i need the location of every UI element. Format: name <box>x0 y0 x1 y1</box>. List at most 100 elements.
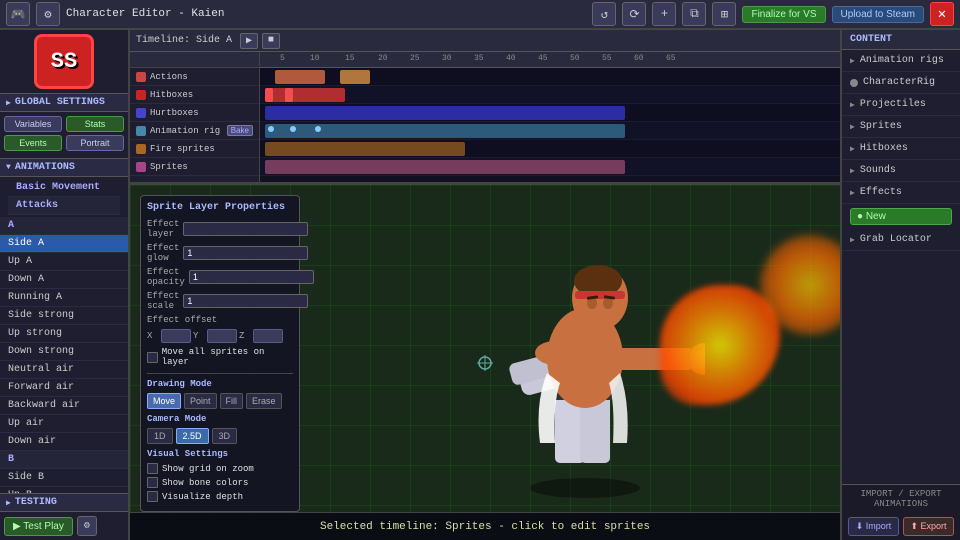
anim-up-air[interactable]: Up air <box>0 415 128 433</box>
add-icon[interactable]: + <box>652 2 676 26</box>
title-bar: Character Editor - Kaien <box>66 8 586 20</box>
test-play-button[interactable]: ▶ Test Play <box>4 517 73 536</box>
close-button[interactable]: ✕ <box>930 2 954 26</box>
new-button[interactable]: ● New <box>850 208 952 225</box>
import-export-section: IMPORT / EXPORT ANIMATIONS ⬇ Import ⬆ Ex… <box>842 484 960 540</box>
main-layout: SS ▶ GLOBAL SETTINGS Variables Stats Eve… <box>0 30 960 540</box>
anim-down-strong[interactable]: Down strong <box>0 343 128 361</box>
center-area: Timeline: Side A ▶ ■ Actions Hitboxes <box>130 30 840 540</box>
right-projectiles[interactable]: ▶ Projectiles <box>842 94 960 116</box>
drawing-mode-title: Drawing Mode <box>147 379 293 389</box>
show-bones-label: Show bone colors <box>162 478 248 488</box>
bake-button[interactable]: Bake <box>227 125 253 136</box>
right-effects[interactable]: ▶ Effects <box>842 182 960 204</box>
content-label: CONTENT <box>850 34 892 45</box>
copy-icon[interactable]: ⧉ <box>682 2 706 26</box>
anim-up-strong[interactable]: Up strong <box>0 325 128 343</box>
anim-down-air[interactable]: Down air <box>0 433 128 451</box>
testing-header[interactable]: ▶ TESTING <box>0 493 128 512</box>
track-content[interactable]: 5 10 15 20 25 30 35 40 45 50 55 60 65 <box>260 52 840 182</box>
effect-layer-input[interactable] <box>183 222 308 236</box>
effect-scale-input[interactable] <box>183 294 308 308</box>
global-settings-header[interactable]: ▶ GLOBAL SETTINGS <box>0 93 128 112</box>
animations-header[interactable]: ▼ ANIMATIONS <box>0 158 128 177</box>
play-button[interactable]: ▶ <box>240 33 258 49</box>
2d5-mode-button[interactable]: 2.5D <box>176 428 209 444</box>
topbar: 🎮 ⚙ Character Editor - Kaien ↺ ⟳ + ⧉ ⊞ F… <box>0 0 960 30</box>
stop-button[interactable]: ■ <box>262 33 280 49</box>
move-mode-button[interactable]: Move <box>147 393 181 409</box>
timeline: Timeline: Side A ▶ ■ Actions Hitboxes <box>130 30 840 185</box>
track-labels: Actions Hitboxes Hurtboxes Animation rig… <box>130 52 260 182</box>
visualize-depth-row: Visualize depth <box>147 491 293 502</box>
track-row-sprites[interactable] <box>260 158 840 176</box>
visualize-depth-checkbox[interactable] <box>147 491 158 502</box>
stats-button[interactable]: Stats <box>66 116 124 132</box>
upload-button[interactable]: Upload to Steam <box>832 6 925 23</box>
anim-running-a[interactable]: Running A <box>0 289 128 307</box>
export-button[interactable]: ⬆ Export <box>903 517 954 536</box>
anim-side-a[interactable]: Side A <box>0 235 128 253</box>
right-animation-rigs[interactable]: ▶ Animation rigs <box>842 50 960 72</box>
3d-mode-button[interactable]: 3D <box>212 428 238 444</box>
effects-label: Effects <box>860 187 902 198</box>
right-grab-locator[interactable]: ▶ Grab Locator <box>842 229 960 251</box>
anim-backward-air[interactable]: Backward air <box>0 397 128 415</box>
show-grid-checkbox[interactable] <box>147 463 158 474</box>
left-panel: SS ▶ GLOBAL SETTINGS Variables Stats Eve… <box>0 30 130 540</box>
anim-forward-air[interactable]: Forward air <box>0 379 128 397</box>
right-character-rig[interactable]: CharacterRig <box>842 72 960 94</box>
offset-z-input[interactable]: 0.0 <box>253 329 283 343</box>
settings-icon[interactable]: ⚙ <box>36 2 60 26</box>
anim-down-a[interactable]: Down A <box>0 271 128 289</box>
fill-mode-button[interactable]: Fill <box>220 393 244 409</box>
import-button[interactable]: ⬇ Import <box>848 517 899 536</box>
sync-icon[interactable]: ⟳ <box>622 2 646 26</box>
track-row-hitboxes[interactable] <box>260 86 840 104</box>
viewport[interactable]: Sprite Layer Properties Effect layer Eff… <box>130 185 840 540</box>
attacks-item[interactable]: Attacks <box>8 197 120 215</box>
effect-glow-input[interactable] <box>183 246 308 260</box>
track-row-actions[interactable] <box>260 68 840 86</box>
track-row-anim-rig[interactable] <box>260 122 840 140</box>
offset-x-input[interactable]: 0.0 <box>161 329 191 343</box>
track-row-fire-sprites[interactable] <box>260 140 840 158</box>
move-all-checkbox[interactable] <box>147 352 158 363</box>
basic-movement-item[interactable]: Basic Movement <box>8 179 120 197</box>
point-mode-button[interactable]: Point <box>184 393 217 409</box>
erase-mode-button[interactable]: Erase <box>246 393 282 409</box>
refresh-icon[interactable]: ↺ <box>592 2 616 26</box>
character-rig-dot <box>850 79 858 87</box>
track-row-hurtboxes[interactable] <box>260 104 840 122</box>
test-settings-icon[interactable]: ⚙ <box>77 516 97 536</box>
track-hurtboxes: Hurtboxes <box>130 104 259 122</box>
track-actions: Actions <box>130 68 259 86</box>
track-animation-rig: Animation rig Bake <box>130 122 259 140</box>
track-hitboxes: Hitboxes <box>130 86 259 104</box>
status-message: Selected timeline: Sprites - click to ed… <box>320 521 650 533</box>
show-bones-checkbox[interactable] <box>147 477 158 488</box>
anim-neutral-air[interactable]: Neutral air <box>0 361 128 379</box>
anim-side-strong[interactable]: Side strong <box>0 307 128 325</box>
right-sounds[interactable]: ▶ Sounds <box>842 160 960 182</box>
projectiles-label: Projectiles <box>860 99 926 110</box>
right-hitboxes[interactable]: ▶ Hitboxes <box>842 138 960 160</box>
finalize-button[interactable]: Finalize for VS <box>742 6 825 23</box>
variables-button[interactable]: Variables <box>4 116 62 132</box>
character-rig-label: CharacterRig <box>863 77 935 88</box>
events-button[interactable]: Events <box>4 135 62 151</box>
anim-up-a[interactable]: Up A <box>0 253 128 271</box>
right-sprites[interactable]: ▶ Sprites <box>842 116 960 138</box>
grid-icon[interactable]: ⊞ <box>712 2 736 26</box>
offset-y-input[interactable]: 0.0 <box>207 329 237 343</box>
app-icon: 🎮 <box>6 2 30 26</box>
show-grid-row: Show grid on zoom <box>147 463 293 474</box>
camera-mode-section: Camera Mode 1D 2.5D 3D <box>147 414 293 444</box>
props-title: Sprite Layer Properties <box>147 202 293 213</box>
effect-opacity-input[interactable] <box>189 270 314 284</box>
anim-side-b[interactable]: Side B <box>0 469 128 487</box>
sprites-label: Sprites <box>860 121 902 132</box>
1d-mode-button[interactable]: 1D <box>147 428 173 444</box>
grab-locator-label: Grab Locator <box>860 234 932 245</box>
portrait-button[interactable]: Portrait <box>66 135 124 151</box>
